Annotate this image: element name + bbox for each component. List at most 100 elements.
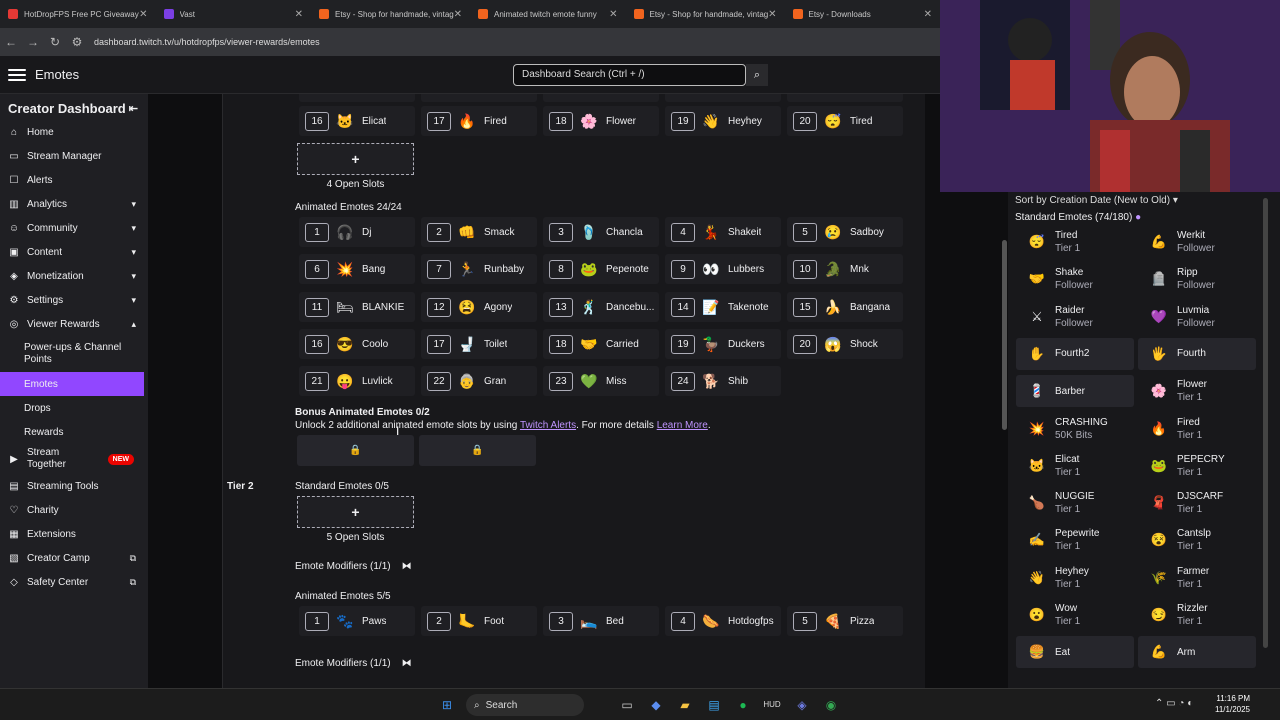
reload-icon[interactable]: ↻ xyxy=(44,35,66,49)
library-emote-item[interactable]: 💈 Barber xyxy=(1016,375,1134,408)
sidebar-subitem[interactable]: Emotes xyxy=(0,372,144,396)
library-emote-item[interactable]: 😏 Rizzler Tier 1 xyxy=(1138,599,1256,631)
windows-start-icon[interactable]: ⊞ xyxy=(438,696,456,714)
info-icon[interactable]: ● xyxy=(1135,212,1141,223)
sidebar-item-viewer-rewards[interactable]: ◎ Viewer Rewards ▴ xyxy=(0,312,148,336)
emote-card[interactable] xyxy=(543,94,659,102)
emote-card[interactable]: 23 💚 Miss xyxy=(543,366,659,396)
sidebar-item-analytics[interactable]: ▥ Analytics ▾ xyxy=(0,192,148,216)
sidebar-item-charity[interactable]: ♡ Charity xyxy=(0,498,148,522)
emote-card[interactable]: 18 🌸 Flower xyxy=(543,106,659,136)
spotify-icon[interactable]: ● xyxy=(734,696,752,714)
forward-icon[interactable]: → xyxy=(22,35,44,49)
scrollbar-main[interactable] xyxy=(1002,240,1007,430)
sidebar-item-settings[interactable]: ⚙ Settings ▾ xyxy=(0,288,148,312)
emote-card[interactable]: 2 🦶 Foot xyxy=(421,606,537,636)
library-emote-item[interactable]: 👋 Heyhey Tier 1 xyxy=(1016,562,1134,594)
emote-card[interactable] xyxy=(421,94,537,102)
modifier-settings-icon[interactable]: ⧓ xyxy=(399,658,415,672)
sidebar-subitem[interactable]: Rewards xyxy=(0,420,148,444)
browser-tab[interactable]: Animated twitch emote funny ✕ xyxy=(470,0,626,28)
sidebar-item-monetization[interactable]: ◈ Monetization ▾ xyxy=(0,264,148,288)
emote-card[interactable]: 6 💥 Bang xyxy=(299,254,415,284)
sidebar-subitem[interactable]: Power-ups & Channel Points xyxy=(0,336,148,372)
emote-card[interactable]: 3 🛌 Bed xyxy=(543,606,659,636)
emote-card[interactable]: 12 😫 Agony xyxy=(421,292,537,322)
close-icon[interactable]: ✕ xyxy=(295,9,303,20)
chrome-icon[interactable]: ◉ xyxy=(822,696,840,714)
hud-app-icon[interactable]: HUD xyxy=(763,696,781,714)
library-emote-item[interactable]: 😵 Cantslp Tier 1 xyxy=(1138,524,1256,556)
twitch-alerts-link[interactable]: Twitch Alerts xyxy=(520,420,576,431)
close-icon[interactable]: ✕ xyxy=(924,9,932,20)
emote-card[interactable]: 17 🚽 Toilet xyxy=(421,329,537,359)
emote-card[interactable]: 16 🐱 Elicat xyxy=(299,106,415,136)
emote-card[interactable]: 21 😛 Luvlick xyxy=(299,366,415,396)
emote-card[interactable]: 15 🍌 Bangana xyxy=(787,292,903,322)
browser-tab[interactable]: Etsy - Shop for handmade, vintage ✕ xyxy=(626,0,785,28)
emote-card[interactable]: 9 👀 Lubbers xyxy=(665,254,781,284)
sidebar-item-home[interactable]: ⌂ Home xyxy=(0,120,148,144)
close-icon[interactable]: ✕ xyxy=(454,9,462,20)
sort-dropdown[interactable]: Sort by Creation Date (New to Old) ▾ xyxy=(1008,192,1280,209)
emote-card[interactable] xyxy=(787,94,903,102)
app-icon[interactable]: ◈ xyxy=(793,696,811,714)
copilot-icon[interactable]: ◆ xyxy=(647,696,665,714)
sidebar-item-creator-camp[interactable]: ▧ Creator Camp ⧉ xyxy=(0,546,148,570)
emote-card[interactable] xyxy=(299,94,415,102)
library-emote-item[interactable]: 🧣 DJSCARF Tier 1 xyxy=(1138,487,1256,519)
tray-icons[interactable]: ⌃ ▭ ◔ ◐ xyxy=(1155,698,1193,709)
library-emote-item[interactable]: ⚔ Raider Follower xyxy=(1016,301,1134,333)
library-emote-item[interactable]: 😴 Tired Tier 1 xyxy=(1016,226,1134,258)
close-icon[interactable]: ✕ xyxy=(768,9,776,20)
emote-card[interactable]: 24 🐕 Shib xyxy=(665,366,781,396)
task-view-icon[interactable]: ▭ xyxy=(618,696,636,714)
add-emote-button[interactable]: + xyxy=(297,496,414,528)
library-emote-item[interactable]: 🪦 Ripp Follower xyxy=(1138,263,1256,295)
library-emote-item[interactable]: ✍ Pepewrite Tier 1 xyxy=(1016,524,1134,556)
emote-card[interactable]: 3 🩴 Chancla xyxy=(543,217,659,247)
sidebar-item-stream-together[interactable]: ▶ Stream Together NEW xyxy=(0,444,148,474)
emote-card[interactable]: 13 🕺 Dancebu... xyxy=(543,292,659,322)
sidebar-item-community[interactable]: ☺ Community ▾ xyxy=(0,216,148,240)
emote-card[interactable]: 4 💃 Shakeit xyxy=(665,217,781,247)
emote-card[interactable]: 4 🌭 Hotdogfps xyxy=(665,606,781,636)
library-emote-item[interactable]: 🖐 Fourth xyxy=(1138,337,1256,370)
library-emote-item[interactable]: 💪 Werkit Follower xyxy=(1138,226,1256,258)
emote-card[interactable] xyxy=(665,94,781,102)
sidebar-subitem[interactable]: Drops xyxy=(0,396,148,420)
sidebar-item-streaming-tools[interactable]: ▤ Streaming Tools xyxy=(0,474,148,498)
file-explorer-icon[interactable]: ▰ xyxy=(676,696,694,714)
emote-card[interactable]: 2 👊 Smack xyxy=(421,217,537,247)
emote-card[interactable]: 10 🐊 Mnk xyxy=(787,254,903,284)
emote-card[interactable]: 17 🔥 Fired xyxy=(421,106,537,136)
library-emote-item[interactable]: 🍗 NUGGIE Tier 1 xyxy=(1016,487,1134,519)
library-emote-item[interactable]: 🌸 Flower Tier 1 xyxy=(1138,375,1256,407)
back-icon[interactable]: ← xyxy=(0,35,22,49)
browser-tab[interactable]: Vast ✕ xyxy=(156,0,312,28)
library-emote-item[interactable]: 🌾 Farmer Tier 1 xyxy=(1138,562,1256,594)
learn-more-link[interactable]: Learn More xyxy=(657,420,708,431)
sidebar-item-safety-center[interactable]: ◇ Safety Center ⧉ xyxy=(0,570,148,594)
library-emote-item[interactable]: 🍔 Eat xyxy=(1016,636,1134,669)
browser-tab[interactable]: Etsy - Shop for handmade, vintage ✕ xyxy=(311,0,470,28)
taskbar-search[interactable]: ⌕ Search xyxy=(466,694,584,716)
library-emote-item[interactable]: 🤝 Shake Follower xyxy=(1016,263,1134,295)
emote-card[interactable]: 5 🍕 Pizza xyxy=(787,606,903,636)
library-emote-item[interactable]: 🐱 Elicat Tier 1 xyxy=(1016,450,1134,482)
emote-card[interactable]: 11 🛏 BLANKIE xyxy=(299,292,415,322)
dashboard-search-input[interactable]: Dashboard Search (Ctrl + /) xyxy=(513,64,746,86)
emote-card[interactable]: 14 📝 Takenote xyxy=(665,292,781,322)
library-emote-item[interactable]: 💪 Arm xyxy=(1138,636,1256,669)
url-text[interactable]: dashboard.twitch.tv/u/hotdropfps/viewer-… xyxy=(94,37,320,47)
emote-card[interactable]: 19 🦆 Duckers xyxy=(665,329,781,359)
emote-card[interactable]: 19 👋 Heyhey xyxy=(665,106,781,136)
emote-card[interactable]: 8 🐸 Pepenote xyxy=(543,254,659,284)
site-info-icon[interactable]: ⚙ xyxy=(66,35,88,49)
library-emote-item[interactable]: 😮 Wow Tier 1 xyxy=(1016,599,1134,631)
library-emote-item[interactable]: 🔥 Fired Tier 1 xyxy=(1138,413,1256,445)
sidebar-item-alerts[interactable]: ☐ Alerts xyxy=(0,168,148,192)
emote-card[interactable]: 20 😱 Shock xyxy=(787,329,903,359)
library-emote-item[interactable]: 💥 CRASHING 50K Bits xyxy=(1016,413,1134,445)
library-emote-item[interactable]: 💜 Luvmia Follower xyxy=(1138,301,1256,333)
